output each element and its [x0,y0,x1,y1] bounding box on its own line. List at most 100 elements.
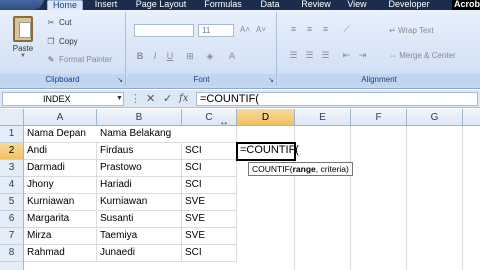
column-header-g[interactable]: G [407,109,463,126]
cell-a1[interactable]: Nama Depan [24,126,97,143]
font-size-select[interactable]: 11 [198,24,234,37]
wrap-text-button[interactable]: ↵ Wrap Text [389,26,434,35]
column-header-h[interactable] [463,109,480,126]
tab-review[interactable]: Review [297,0,335,10]
row-header[interactable] [0,262,24,270]
cut-button[interactable]: ✂ Cut [46,16,72,30]
tab-page-layout[interactable]: Page Layout [130,0,192,10]
cell-c1[interactable] [182,126,237,143]
cell-c7[interactable]: SVE [182,228,237,245]
cell-c5[interactable]: SVE [182,194,237,211]
align-right-icon[interactable]: ☰ [319,50,332,62]
resize-cursor-icon: ↔ [219,117,229,128]
row-header[interactable]: 7 [0,228,24,245]
align-middle-icon[interactable]: ≡ [303,24,316,36]
row-header[interactable]: 8 [0,245,24,262]
cell-a7[interactable]: Mirza [24,228,97,245]
ribbon: Paste ▼ ✂ Cut ❐ Copy ✎ Format Painter Clipb… [0,10,480,89]
cell-a4[interactable]: Jhony [24,177,97,194]
copy-icon: ❐ [47,37,55,46]
dialog-launcher-icon[interactable]: ↘ [117,76,123,84]
cell-b8[interactable]: Junaedi [97,245,182,262]
align-center-icon[interactable]: ☰ [303,50,316,62]
cell-b1[interactable]: Nama Belakang [97,126,182,143]
align-top-icon[interactable]: ≡ [287,24,300,36]
grow-font-button[interactable]: A˄ [238,24,252,37]
column-header-d[interactable]: D [237,109,295,126]
row-header[interactable]: 1 [0,126,24,143]
shrink-font-button[interactable]: A˅ [254,24,268,37]
tab-developer[interactable]: Developer [383,0,435,10]
tooltip-argument-range[interactable]: range [293,164,316,174]
fill-color-icon[interactable]: ◈ [204,50,216,62]
borders-icon[interactable]: ⊞ [184,50,196,62]
row-header[interactable]: 5 [0,194,24,211]
tab-formulas[interactable]: Formulas [198,0,248,10]
clipboard-group-label: Clipboard [0,74,125,86]
cell-b4[interactable]: Hariadi [97,177,182,194]
row-header[interactable]: 4 [0,177,24,194]
cell-c4[interactable]: SCI [182,177,237,194]
cell-c6[interactable]: SVE [182,211,237,228]
insert-function-icon[interactable]: fx [179,92,188,106]
scissors-icon: ✂ [47,18,55,27]
chevron-down-icon: ▼ [20,53,26,59]
name-box[interactable]: INDEX [2,92,124,106]
paste-label: Paste [12,44,34,53]
format-painter-button[interactable]: ✎ Format Painter [46,53,112,67]
function-argument-tooltip: COUNTIF(range, criteria) [248,162,353,176]
decrease-indent-icon[interactable]: ⇤ [340,50,353,62]
tab-home[interactable]: Home [47,0,83,10]
increase-indent-icon[interactable]: ⇥ [356,50,369,62]
underline-button[interactable]: U [164,50,176,62]
row-header[interactable]: 6 [0,211,24,228]
paste-button[interactable]: Paste ▼ [8,16,38,66]
cell-a8[interactable]: Rahmad [24,245,97,262]
worksheet-grid[interactable]: A B C D E F G ↔ 1 Nama Depan Nama Belaka… [0,109,480,270]
cell-b7[interactable]: Taemiya [97,228,182,245]
font-color-icon[interactable]: A [226,50,238,62]
column-header-a[interactable]: A [24,109,97,126]
font-name-select[interactable] [134,24,194,37]
cell-c3[interactable]: SCI [182,160,237,177]
orientation-icon[interactable]: ⟋ [340,24,353,36]
column-header-b[interactable]: B [97,109,182,126]
tab-data[interactable]: Data [255,0,285,10]
cell-a2[interactable]: Andi [24,143,97,160]
column-header-e[interactable]: E [295,109,351,126]
align-left-icon[interactable]: ☰ [287,50,300,62]
cell-b5[interactable]: Kurniawan [97,194,182,211]
tab-insert[interactable]: Insert [88,0,124,10]
cell-c8[interactable]: SCI [182,245,237,262]
merge-icon: ⇔ [389,51,400,60]
cell-b6[interactable]: Susanti [97,211,182,228]
gridline [350,126,351,270]
align-bottom-icon[interactable]: ≡ [319,24,332,36]
tab-acrobat[interactable]: Acrob [452,0,480,10]
dialog-launcher-icon[interactable]: ↘ [268,76,274,84]
select-all-corner[interactable] [0,109,24,126]
row-header[interactable]: 3 [0,160,24,177]
cell-a3[interactable]: Darmadi [24,160,97,177]
cancel-icon[interactable]: ✕ [146,92,155,106]
cell-b3[interactable]: Prastowo [97,160,182,177]
copy-button[interactable]: ❐ Copy [46,35,77,49]
merge-center-button[interactable]: ⇔ Merge & Center [389,51,456,60]
cell-a6[interactable]: Margarita [24,211,97,228]
chevron-down-icon[interactable]: ▼ [116,95,123,102]
tab-view[interactable]: View [343,0,371,10]
bold-button[interactable]: B [134,50,146,62]
cell-b2[interactable]: Firdaus [97,143,182,160]
italic-button[interactable]: I [149,50,161,62]
cell-a5[interactable]: Kurniawan [24,194,97,211]
tooltip-remaining-args: , criteria) [315,164,349,174]
active-cell-d2[interactable]: =COUNTIF( [236,142,299,161]
cell-c2[interactable]: SCI [182,143,237,160]
column-header-f[interactable]: F [351,109,407,126]
office-button[interactable] [0,0,44,10]
gridline [462,126,463,270]
enter-icon[interactable]: ✓ [163,92,172,106]
alignment-group-label: Alignment [278,74,480,86]
formula-input[interactable]: =COUNTIF( [196,92,478,106]
row-header[interactable]: 2 [0,143,24,160]
